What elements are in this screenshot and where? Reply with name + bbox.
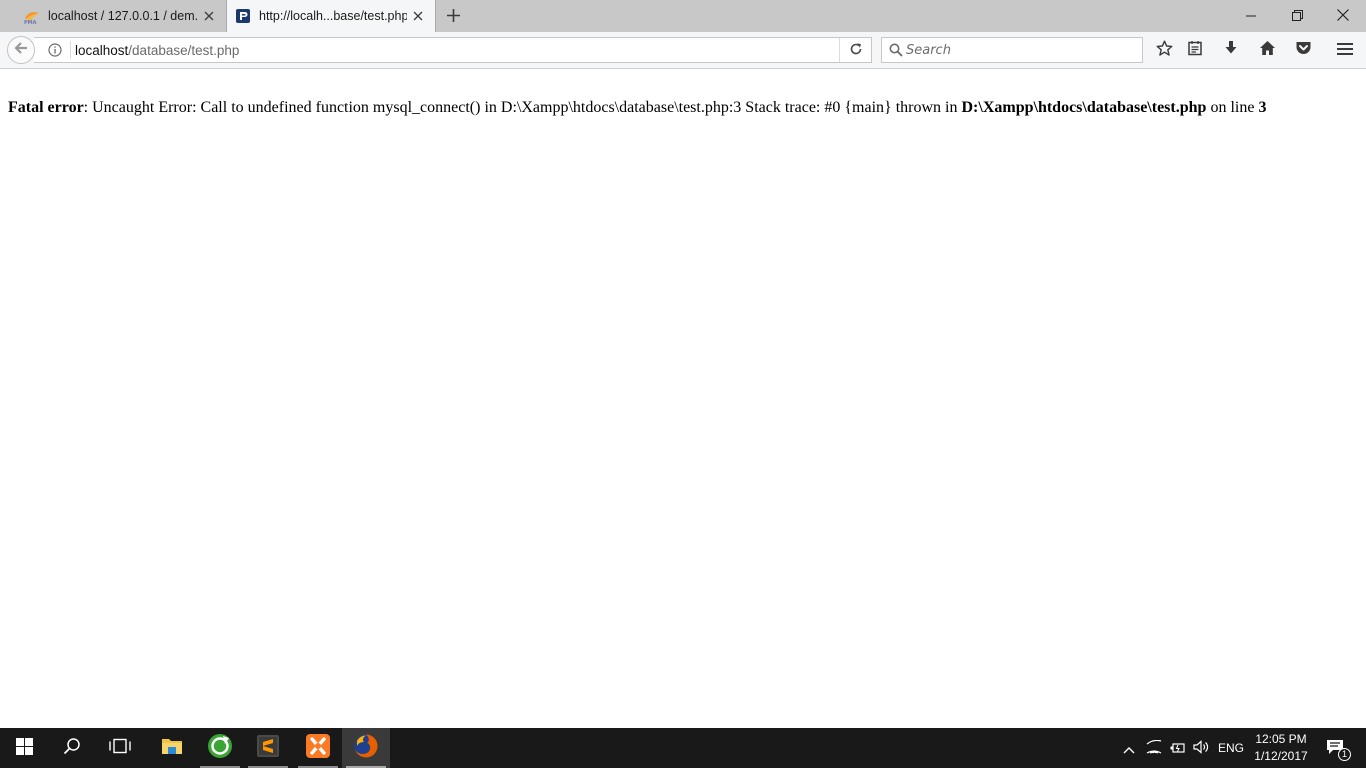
clock-time: 12:05 PM [1255,732,1307,746]
speaker-icon [1193,739,1209,758]
minimize-button[interactable] [1228,0,1274,30]
error-line-prefix: on line [1206,99,1259,116]
bookmark-button[interactable] [1151,38,1177,62]
tab-strip: PMA localhost / 127.0.0.1 / dem... http:… [0,0,1366,32]
search-icon [63,737,81,759]
url-separator [70,41,71,59]
tab-title: localhost / 127.0.0.1 / dem... [48,9,198,23]
sublime-text-button[interactable] [244,728,292,768]
browser-green-icon [207,733,233,763]
reading-list-icon [1187,40,1203,60]
fatal-error-message: Fatal error: Uncaught Error: Call to und… [8,99,1358,117]
restore-icon [1291,6,1303,25]
php-page-icon [235,8,251,24]
task-view-button[interactable] [96,728,144,768]
battery-button[interactable] [1166,728,1188,768]
tab-test-php[interactable]: http://localh...base/test.php [226,0,436,32]
page-content: Fatal error: Uncaught Error: Call to und… [0,70,1366,728]
close-window-button[interactable] [1320,0,1366,30]
plus-icon [446,7,460,26]
chevron-up-icon [1123,739,1135,758]
error-label: Fatal error [8,99,84,116]
site-info-icon[interactable] [42,38,68,62]
file-explorer-icon [161,737,183,759]
taskbar-search-button[interactable] [48,728,96,768]
back-button[interactable] [7,36,35,64]
notification-count-badge: 1 [1338,748,1351,761]
restore-button[interactable] [1274,0,1320,30]
xampp-icon [305,733,331,763]
firefox-button[interactable] [342,728,390,768]
close-icon [1337,6,1349,25]
volume-button[interactable] [1190,728,1212,768]
home-button[interactable] [1254,38,1280,62]
back-arrow-icon [13,40,29,60]
pocket-button[interactable] [1290,38,1316,62]
minimize-icon [1246,6,1256,25]
windows-taskbar: ENG 12:05 PM 1/12/2017 1 [0,728,1366,768]
network-button[interactable] [1142,728,1166,768]
clock-button[interactable]: 12:05 PM 1/12/2017 [1250,731,1312,765]
navigation-toolbar: localhost/database/test.php [0,32,1366,69]
tab-title: http://localh...base/test.php [259,9,407,23]
reading-list-button[interactable] [1182,38,1208,62]
search-icon [886,38,906,62]
download-icon [1223,40,1239,60]
firefox-icon [353,733,379,763]
tab-phpmyadmin[interactable]: PMA localhost / 127.0.0.1 / dem... [16,0,226,32]
close-tab-icon[interactable] [407,5,429,27]
file-explorer-button[interactable] [148,728,196,768]
bookmark-star-icon [1156,40,1173,61]
show-hidden-icons-button[interactable] [1118,728,1140,768]
language-label: ENG [1217,741,1244,755]
error-text: : Uncaught Error: Call to undefined func… [83,99,962,116]
error-line-number: 3 [1258,99,1267,116]
task-view-icon [109,738,131,758]
close-tab-icon[interactable] [198,5,220,27]
clock-date: 1/12/2017 [1254,749,1308,763]
reload-button[interactable] [839,38,871,62]
search-input[interactable] [906,39,1142,61]
address-bar[interactable]: localhost/database/test.php [34,37,872,63]
notifications-icon: 1 [1326,739,1351,761]
browser-green-button[interactable] [196,728,244,768]
error-file: D:\Xampp\htdocs\database\test.php [961,99,1207,116]
battery-icon [1169,739,1185,758]
input-language-button[interactable]: ENG [1214,728,1248,768]
new-tab-button[interactable] [442,5,464,27]
url-text[interactable]: localhost/database/test.php [75,43,239,58]
reload-icon [849,41,863,60]
windows-start-icon [15,737,33,759]
start-button[interactable] [0,728,48,768]
xampp-button[interactable] [294,728,342,768]
action-center-button[interactable]: 1 [1318,728,1354,768]
wifi-icon [1146,739,1162,758]
menu-button[interactable] [1332,38,1358,62]
phpmyadmin-icon: PMA [24,8,40,26]
sublime-text-icon [256,734,280,762]
menu-icon [1337,41,1353,60]
pocket-icon [1295,40,1312,60]
downloads-button[interactable] [1218,38,1244,62]
search-bar[interactable] [881,37,1143,63]
home-icon [1259,40,1276,60]
svg-text:PMA: PMA [24,20,37,24]
